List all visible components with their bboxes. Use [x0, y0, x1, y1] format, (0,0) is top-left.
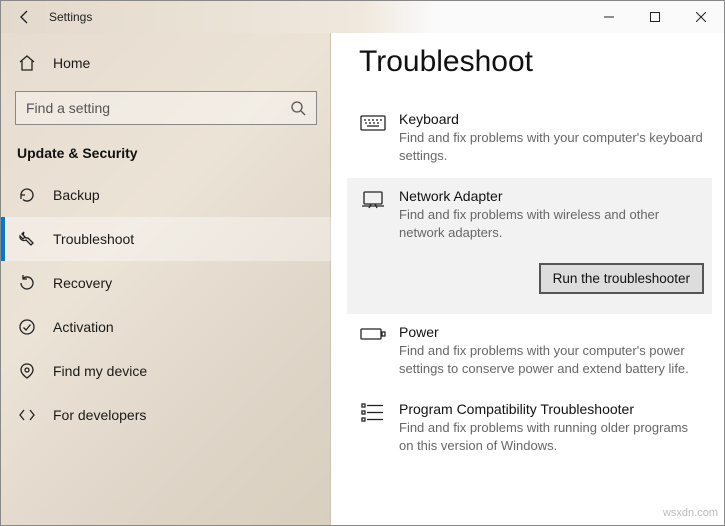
- run-troubleshooter-button[interactable]: Run the troubleshooter: [539, 263, 704, 294]
- sidebar-item-find-my-device[interactable]: Find my device: [1, 349, 331, 393]
- backup-icon: [17, 185, 37, 205]
- sidebar-item-activation[interactable]: Activation: [1, 305, 331, 349]
- back-button[interactable]: [1, 1, 49, 33]
- minimize-icon: [604, 12, 614, 22]
- close-icon: [696, 12, 706, 22]
- main-panel: Troubleshoot Keyboard Find and fix probl…: [331, 33, 724, 525]
- sidebar-item-label: Find my device: [53, 363, 147, 379]
- troubleshooter-power[interactable]: Power Find and fix problems with your co…: [359, 314, 704, 391]
- troubleshooter-desc: Find and fix problems with wireless and …: [399, 206, 704, 241]
- troubleshooter-keyboard[interactable]: Keyboard Find and fix problems with your…: [359, 101, 704, 178]
- keyboard-icon: [359, 111, 387, 139]
- troubleshoot-icon: [17, 229, 37, 249]
- developers-icon: [17, 405, 37, 425]
- troubleshooter-desc: Find and fix problems with your computer…: [399, 342, 704, 377]
- troubleshooter-desc: Find and fix problems with running older…: [399, 419, 704, 454]
- search-input[interactable]: Find a setting: [15, 91, 317, 125]
- troubleshooter-title: Program Compatibility Troubleshooter: [399, 401, 704, 417]
- troubleshooter-title: Network Adapter: [399, 188, 704, 204]
- troubleshooter-title: Power: [399, 324, 704, 340]
- sidebar: Home Find a setting Update & Security Ba…: [1, 33, 331, 525]
- sidebar-item-label: Troubleshoot: [53, 231, 134, 247]
- activation-icon: [17, 317, 37, 337]
- maximize-button[interactable]: [632, 1, 678, 33]
- window-title: Settings: [49, 10, 92, 24]
- section-header: Update & Security: [1, 139, 331, 173]
- home-nav[interactable]: Home: [1, 41, 331, 85]
- minimize-button[interactable]: [586, 1, 632, 33]
- page-title: Troubleshoot: [359, 45, 704, 79]
- troubleshooter-title: Keyboard: [399, 111, 704, 127]
- titlebar: Settings: [1, 1, 724, 33]
- maximize-icon: [650, 12, 660, 22]
- search-icon: [290, 100, 306, 116]
- arrow-left-icon: [17, 9, 33, 25]
- close-button[interactable]: [678, 1, 724, 33]
- program-compat-icon: [359, 401, 387, 429]
- troubleshooter-network-adapter[interactable]: Network Adapter Find and fix problems wi…: [347, 178, 712, 314]
- home-icon: [17, 53, 37, 73]
- sidebar-item-for-developers[interactable]: For developers: [1, 393, 331, 437]
- home-label: Home: [53, 55, 90, 71]
- power-icon: [359, 324, 387, 352]
- sidebar-item-troubleshoot[interactable]: Troubleshoot: [1, 217, 331, 261]
- troubleshooter-program-compatibility[interactable]: Program Compatibility Troubleshooter Fin…: [359, 391, 704, 468]
- sidebar-item-recovery[interactable]: Recovery: [1, 261, 331, 305]
- watermark: wsxdn.com: [663, 507, 718, 519]
- recovery-icon: [17, 273, 37, 293]
- sidebar-item-label: Backup: [53, 187, 100, 203]
- sidebar-item-backup[interactable]: Backup: [1, 173, 331, 217]
- sidebar-item-label: Activation: [53, 319, 114, 335]
- search-placeholder: Find a setting: [26, 100, 110, 116]
- sidebar-item-label: For developers: [53, 407, 146, 423]
- find-device-icon: [17, 361, 37, 381]
- network-adapter-icon: [359, 188, 387, 216]
- sidebar-item-label: Recovery: [53, 275, 112, 291]
- troubleshooter-desc: Find and fix problems with your computer…: [399, 129, 704, 164]
